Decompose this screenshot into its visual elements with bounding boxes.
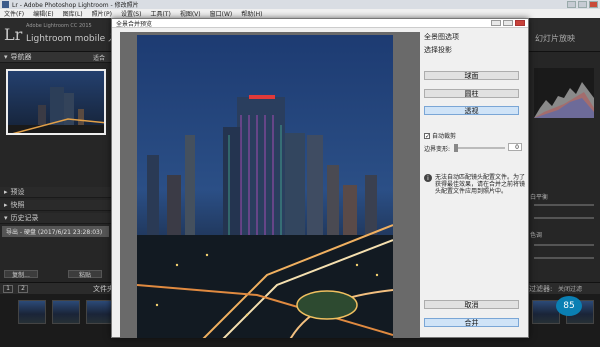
filmstrip-thumbnail[interactable] — [86, 300, 114, 324]
projection-perspective-button[interactable]: 透视 — [424, 106, 519, 115]
menu-tools[interactable]: 工具(T) — [150, 9, 170, 18]
projection-cylindrical-button[interactable]: 圆柱 — [424, 89, 519, 98]
navigator-header[interactable]: ▾ 导航器 适合 — [0, 52, 111, 63]
auto-crop-label: 自动裁剪 — [432, 133, 457, 140]
warning-text: 无法自动匹配镜头配置文件。为了获得最佳效果，请在合并之前将镜头配置文件应用到照片… — [435, 174, 526, 195]
filter-value[interactable]: 关闭过滤 — [558, 284, 582, 293]
minimize-icon[interactable] — [491, 20, 501, 26]
filmstrip-thumbnail[interactable] — [52, 300, 80, 324]
menubar: 文件(F) 编辑(E) 图库(L) 照片(P) 设置(S) 工具(T) 视图(V… — [0, 9, 600, 18]
presets-header[interactable]: ▸ 预设 — [0, 187, 111, 198]
projection-label: 选择投影 — [424, 46, 452, 54]
panorama-preview — [120, 32, 420, 338]
minimize-icon[interactable] — [567, 1, 576, 8]
auto-crop-option[interactable]: ✓ 自动裁剪 — [424, 131, 456, 140]
triangle-right-icon: ▸ — [4, 188, 8, 196]
menu-view[interactable]: 视图(V) — [180, 9, 201, 18]
projection-spherical-button[interactable]: 球面 — [424, 71, 519, 80]
window-controls — [567, 1, 598, 8]
merge-button[interactable]: 合并 — [424, 318, 519, 327]
app-icon — [2, 1, 9, 8]
right-panel: 白平衡 色调 — [525, 52, 600, 282]
copy-button[interactable]: 复制... — [4, 270, 38, 279]
page-2-button[interactable]: 2 — [18, 284, 28, 293]
dialog-window-controls — [491, 20, 525, 26]
page-1-button[interactable]: 1 — [3, 284, 13, 293]
menu-photo[interactable]: 照片(P) — [92, 9, 112, 18]
contrast-slider[interactable] — [534, 257, 594, 259]
score-badge: 85 — [556, 296, 582, 316]
boundary-warp-slider[interactable] — [455, 147, 505, 149]
histogram[interactable] — [534, 68, 594, 118]
maximize-icon[interactable] — [503, 20, 513, 26]
brand-line-1: Adobe Lightroom CC 2015 — [26, 23, 92, 29]
panorama-photo — [137, 35, 393, 338]
slider-handle[interactable] — [454, 144, 458, 152]
triangle-right-icon: ▸ — [4, 201, 8, 209]
maximize-icon[interactable] — [578, 1, 587, 8]
history-item[interactable]: 导出 - 硬盘 (2017/6/21 23:28:03) — [2, 226, 109, 237]
options-panel: 全景图选项 选择投影 — [424, 32, 526, 55]
dialog-titlebar: 全景合并预览 — [112, 19, 528, 28]
navigator-preview[interactable] — [6, 69, 106, 135]
cancel-button[interactable]: 取消 — [424, 300, 519, 309]
module-slideshow[interactable]: 幻灯片放映 — [535, 33, 575, 44]
panorama-merge-dialog: 全景合并预览 全景图选项 选择投影 球面 圆柱 透视 ✓ 自动裁剪 边界变形: … — [111, 18, 529, 338]
paste-button[interactable]: 粘贴 — [68, 270, 102, 279]
triangle-down-icon: ▾ — [4, 53, 8, 61]
filmstrip-thumbnail[interactable] — [18, 300, 46, 324]
history-label: 历史记录 — [10, 214, 39, 222]
menu-help[interactable]: 帮助(H) — [241, 9, 262, 18]
window-title: Lr - Adobe Photoshop Lightroom - 修改照片 — [12, 2, 139, 9]
boundary-warp-row: 边界变形: 0 — [424, 143, 524, 153]
info-icon: i — [424, 174, 432, 182]
snapshots-header[interactable]: ▸ 快照 — [0, 200, 111, 211]
menu-library[interactable]: 图库(L) — [63, 9, 83, 18]
snapshots-label: 快照 — [10, 201, 25, 209]
auto-crop-checkbox[interactable]: ✓ — [424, 132, 430, 139]
navigator-title: 导航器 — [10, 53, 32, 61]
temp-slider[interactable] — [534, 204, 594, 206]
boundary-warp-label: 边界变形: — [424, 146, 451, 153]
window-titlebar: Lr - Adobe Photoshop Lightroom - 修改照片 — [0, 0, 600, 9]
lens-profile-warning: i 无法自动匹配镜头配置文件。为了获得最佳效果，请在合并之前将镜头配置文件应用到… — [424, 174, 526, 195]
lightroom-logo: Lr — [4, 25, 23, 44]
navigator-zoom[interactable]: 适合 — [93, 53, 105, 62]
menu-settings[interactable]: 设置(S) — [121, 9, 142, 18]
white-balance-label: 白平衡 — [530, 194, 549, 201]
history-header[interactable]: ▾ 历史记录 — [0, 213, 111, 224]
close-icon[interactable] — [515, 20, 525, 26]
exposure-slider[interactable] — [534, 244, 594, 246]
city-night-photo — [137, 35, 393, 338]
dialog-title: 全景合并预览 — [116, 20, 153, 28]
histogram-graph — [534, 82, 594, 118]
boundary-warp-value[interactable]: 0 — [508, 143, 522, 151]
triangle-down-icon: ▾ — [4, 214, 8, 222]
presets-label: 预设 — [10, 188, 25, 196]
options-section-title: 全景图选项 — [424, 33, 459, 41]
tint-slider[interactable] — [534, 217, 594, 219]
menu-window[interactable]: 窗口(W) — [210, 9, 233, 18]
menu-file[interactable]: 文件(F) — [4, 9, 24, 18]
left-panel: ▾ 导航器 适合 ▸ 预设 ▸ 快照 ▾ 历史记录 导出 - 硬盘 (2017/6/2… — [0, 52, 112, 282]
menu-edit[interactable]: 编辑(E) — [33, 9, 53, 18]
navigator-thumbnail — [8, 71, 104, 133]
filter-label: 过滤器: — [529, 285, 553, 293]
tone-label: 色调 — [530, 232, 543, 239]
close-icon[interactable] — [589, 1, 598, 8]
